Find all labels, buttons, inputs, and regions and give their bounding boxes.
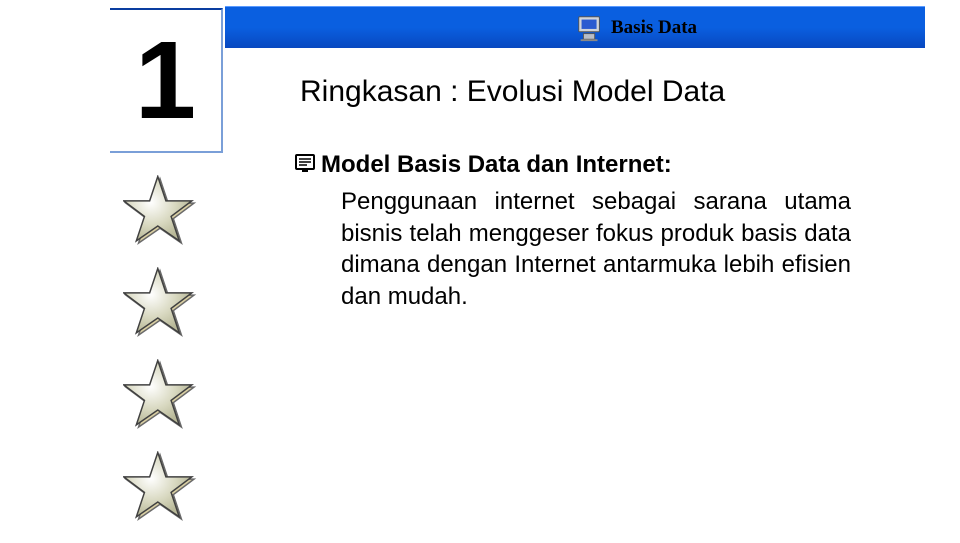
sidebar-column: 1 <box>0 0 225 540</box>
star-icon <box>123 175 197 249</box>
header-title: Basis Data <box>611 17 697 39</box>
chapter-number-box: 1 <box>110 8 223 153</box>
slide-title: Ringkasan : Evolusi Model Data <box>300 75 725 109</box>
star-decoration-column <box>123 175 203 543</box>
screen-bullet-icon <box>295 153 315 173</box>
bullet-item: Model Basis Data dan Internet: <box>295 150 875 180</box>
chapter-number: 1 <box>135 26 196 136</box>
header-bar: Basis Data <box>225 6 925 48</box>
star-icon <box>123 359 197 433</box>
bullet-heading: Model Basis Data dan Internet: <box>321 150 672 180</box>
star-icon <box>123 451 197 525</box>
content-area: Model Basis Data dan Internet: Penggunaa… <box>295 150 875 313</box>
computer-icon <box>575 13 605 43</box>
star-icon <box>123 267 197 341</box>
body-paragraph: Penggunaan internet sebagai sarana utama… <box>341 186 851 313</box>
